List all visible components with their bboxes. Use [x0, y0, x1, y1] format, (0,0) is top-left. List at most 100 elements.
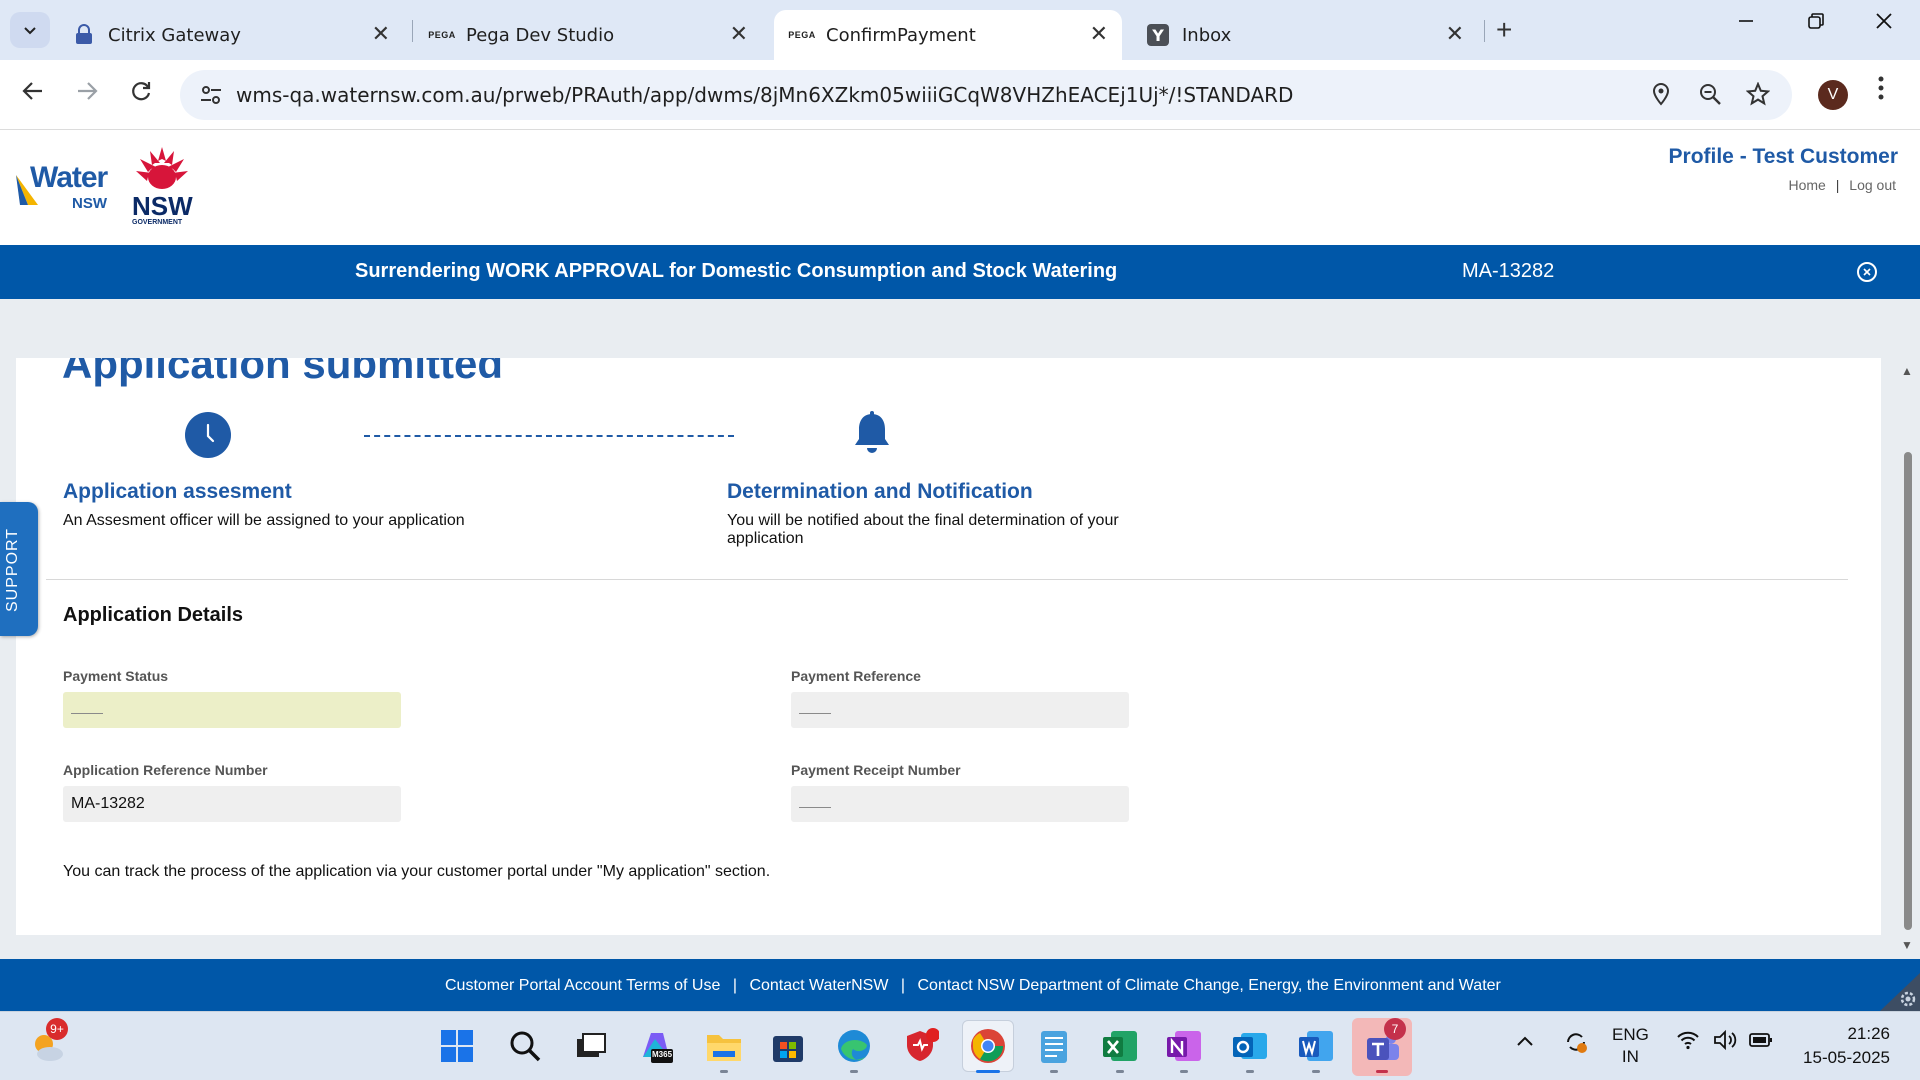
case-title: Surrendering WORK APPROVAL for Domestic … — [355, 260, 1118, 282]
case-header-bar: Surrendering WORK APPROVAL for Domestic … — [0, 245, 1920, 299]
browser-menu-button[interactable] — [1876, 74, 1886, 109]
back-button[interactable] — [20, 78, 46, 111]
outlook-app[interactable] — [1230, 1026, 1270, 1066]
support-tab[interactable]: SUPPORT — [0, 502, 38, 636]
running-indicator — [1312, 1070, 1320, 1073]
step-title-determination: Determination and Notification — [727, 480, 1033, 503]
running-indicator — [850, 1070, 858, 1073]
page-title: Application submitted — [62, 358, 503, 387]
folder-icon — [707, 1035, 741, 1061]
sync-status-icon[interactable] — [1562, 1028, 1590, 1061]
m365-label: M365 — [652, 1050, 673, 1059]
close-tab-icon[interactable]: ✕ — [372, 22, 390, 47]
running-indicator — [1050, 1070, 1058, 1073]
terms-of-use-link[interactable]: Customer Portal Account Terms of Use — [445, 977, 720, 994]
contact-waternsw-link[interactable]: Contact WaterNSW — [749, 977, 888, 994]
clock-icon — [185, 412, 231, 458]
minimize-button[interactable] — [1736, 10, 1756, 38]
tab-title: Citrix Gateway — [108, 24, 241, 46]
close-tab-icon[interactable]: ✕ — [730, 22, 748, 47]
system-clock[interactable]: 21:26 15-05-2025 — [1794, 1022, 1890, 1070]
profile-title[interactable]: Profile - Test Customer — [1669, 145, 1898, 169]
browser-tabstrip: Citrix Gateway ✕ PEGA Pega Dev Studio ✕ … — [0, 0, 1920, 60]
start-button[interactable] — [437, 1026, 477, 1066]
logo-nsw-sub: GOVERNMENT — [132, 219, 183, 226]
new-tab-button[interactable]: + — [1496, 14, 1512, 46]
step-desc-assessment: An Assesment officer will be assigned to… — [63, 512, 465, 529]
reload-icon — [132, 82, 151, 101]
tab-pega-dev-studio[interactable]: PEGA Pega Dev Studio ✕ — [414, 10, 762, 60]
tab-inbox[interactable]: Y Inbox ✕ — [1130, 10, 1478, 60]
close-icon — [1863, 268, 1871, 276]
taskbar-search-button[interactable] — [505, 1026, 545, 1066]
scroll-thumb[interactable] — [1904, 452, 1912, 930]
wifi-icon[interactable] — [1676, 1028, 1700, 1057]
chrome-app[interactable] — [962, 1020, 1014, 1072]
zoom-icon[interactable] — [1698, 82, 1722, 112]
close-tab-icon[interactable]: ✕ — [1446, 22, 1464, 47]
input-language-indicator[interactable]: ENG IN — [1612, 1024, 1649, 1068]
excel-app[interactable] — [1100, 1026, 1140, 1066]
volume-icon[interactable] — [1712, 1028, 1738, 1057]
onenote-icon — [1167, 1031, 1201, 1061]
onenote-app[interactable] — [1164, 1026, 1204, 1066]
contact-dcceew-link[interactable]: Contact NSW Department of Climate Change… — [918, 977, 1501, 994]
security-app[interactable] — [900, 1026, 940, 1066]
empty-value-dash — [71, 713, 103, 715]
word-icon — [1299, 1031, 1333, 1061]
progress-connector — [364, 435, 734, 437]
scroll-up-arrow-icon[interactable]: ▲ — [1901, 364, 1913, 378]
logo-water-sub: NSW — [72, 195, 107, 212]
page-scrollbar[interactable]: ▲ ▼ — [1898, 358, 1918, 958]
nsw-government-logo[interactable]: NSW GOVERNMENT — [128, 145, 198, 237]
url-text: wms-qa.waternsw.com.au/prweb/PRAuth/app/… — [236, 83, 1294, 107]
settings-corner[interactable] — [1880, 973, 1920, 1011]
logo-nsw-text: NSW — [132, 191, 193, 221]
close-tab-icon[interactable]: ✕ — [1090, 22, 1108, 47]
task-view-button[interactable] — [570, 1026, 610, 1066]
application-details-title: Application Details — [63, 604, 244, 626]
m365-copilot-app[interactable]: M365 — [636, 1026, 676, 1066]
site-info-icon[interactable] — [198, 82, 224, 108]
payment-receipt-field — [791, 786, 1129, 822]
bookmark-star-icon[interactable] — [1745, 81, 1771, 112]
forward-button[interactable] — [74, 78, 100, 111]
tab-citrix-gateway[interactable]: Citrix Gateway ✕ — [56, 10, 404, 60]
tab-title: Pega Dev Studio — [466, 24, 615, 46]
battery-icon[interactable] — [1748, 1028, 1774, 1057]
running-indicator — [720, 1070, 728, 1073]
running-indicator — [1116, 1070, 1124, 1073]
edge-browser-app[interactable] — [834, 1026, 874, 1066]
tab-confirm-payment[interactable]: PEGA ConfirmPayment ✕ — [774, 10, 1122, 60]
microsoft-store-app[interactable] — [768, 1026, 808, 1066]
tab-search-button[interactable] — [10, 12, 50, 48]
payment-status-field — [63, 692, 401, 728]
scroll-down-arrow-icon[interactable]: ▼ — [1901, 938, 1913, 952]
logo-water-text: Water — [30, 161, 108, 194]
chrome-icon — [971, 1029, 1005, 1063]
reload-button[interactable] — [128, 78, 154, 111]
close-window-button[interactable] — [1874, 10, 1894, 38]
restore-icon — [1808, 13, 1824, 29]
logout-link[interactable]: Log out — [1849, 177, 1896, 193]
word-app[interactable] — [1296, 1026, 1336, 1066]
payment-status-label: Payment Status — [63, 668, 169, 684]
weather-badge: 9+ — [46, 1018, 68, 1040]
waternsw-logo[interactable]: Water NSW — [14, 161, 110, 221]
notepad-app[interactable] — [1034, 1026, 1074, 1066]
footer-separator: | — [900, 977, 906, 994]
search-icon — [510, 1031, 541, 1062]
teams-badge: 7 — [1384, 1018, 1406, 1040]
footer-links: Customer Portal Account Terms of Use | C… — [445, 977, 1501, 995]
file-explorer-app[interactable] — [704, 1026, 744, 1066]
restore-button[interactable] — [1806, 10, 1826, 38]
header-links: Home | Log out — [1789, 177, 1897, 193]
show-hidden-icons-button[interactable] — [1516, 1032, 1534, 1053]
location-icon[interactable] — [1650, 82, 1672, 112]
home-link[interactable]: Home — [1789, 177, 1826, 193]
profile-avatar[interactable]: V — [1818, 80, 1848, 110]
application-reference-label: Application Reference Number — [63, 762, 268, 778]
address-bar[interactable]: wms-qa.waternsw.com.au/prweb/PRAuth/app/… — [180, 70, 1792, 120]
task-view-icon — [577, 1033, 606, 1057]
close-case-button[interactable] — [1857, 262, 1877, 282]
